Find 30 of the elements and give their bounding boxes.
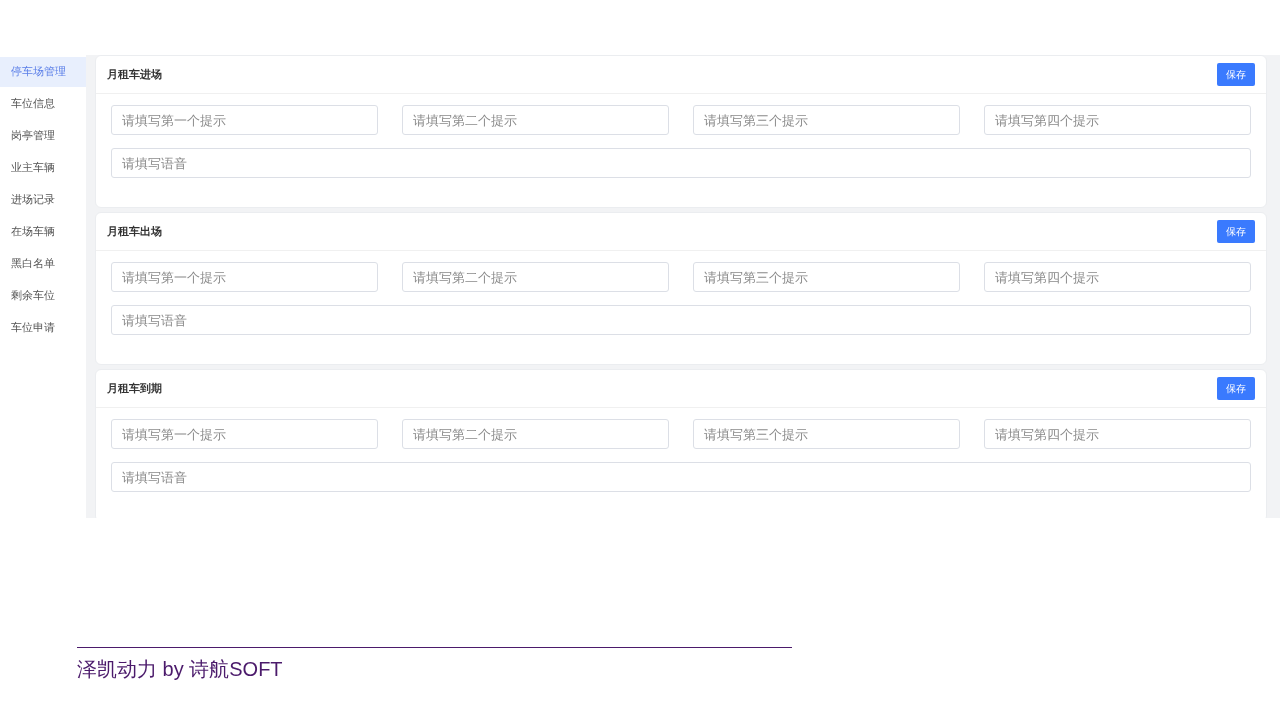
input-field[interactable]: 请填写语音 — [111, 305, 1251, 335]
input-field[interactable]: 请填写第四个提示 — [984, 105, 1251, 135]
input-field[interactable]: 请填写第四个提示 — [984, 419, 1251, 449]
input-field[interactable]: 请填写第三个提示 — [693, 105, 960, 135]
card-title: 月租车进场 — [107, 67, 162, 82]
footer-text: 泽凯动力 by 诗航SOFT — [77, 657, 284, 682]
card-title: 月租车到期 — [107, 381, 162, 396]
sidebar-item[interactable]: 车位申请 — [0, 313, 86, 343]
sidebar-item[interactable]: 业主车辆 — [0, 153, 86, 183]
input-field[interactable]: 请填写第四个提示 — [984, 262, 1251, 292]
input-field[interactable]: 请填写第二个提示 — [402, 105, 669, 135]
input-field[interactable]: 请填写第一个提示 — [111, 419, 378, 449]
sidebar-item[interactable]: 黑白名单 — [0, 249, 86, 279]
input-field[interactable]: 请填写第一个提示 — [111, 262, 378, 292]
save-button[interactable]: 保存 — [1217, 377, 1255, 400]
input-field[interactable]: 请填写语音 — [111, 148, 1251, 178]
input-field[interactable]: 请填写第三个提示 — [693, 419, 960, 449]
save-button[interactable]: 保存 — [1217, 220, 1255, 243]
sidebar-item[interactable]: 岗亭管理 — [0, 121, 86, 151]
sidebar-item[interactable]: 车位信息 — [0, 89, 86, 119]
input-field[interactable]: 请填写语音 — [111, 462, 1251, 492]
sidebar-item[interactable]: 剩余车位 — [0, 281, 86, 311]
card-title: 月租车出场 — [107, 224, 162, 239]
save-button[interactable]: 保存 — [1217, 63, 1255, 86]
input-field[interactable]: 请填写第三个提示 — [693, 262, 960, 292]
input-field[interactable]: 请填写第二个提示 — [402, 262, 669, 292]
input-field[interactable]: 请填写第一个提示 — [111, 105, 378, 135]
sidebar-item[interactable]: 在场车辆 — [0, 217, 86, 247]
input-field[interactable]: 请填写第二个提示 — [402, 419, 669, 449]
sidebar-item[interactable]: 进场记录 — [0, 185, 86, 215]
